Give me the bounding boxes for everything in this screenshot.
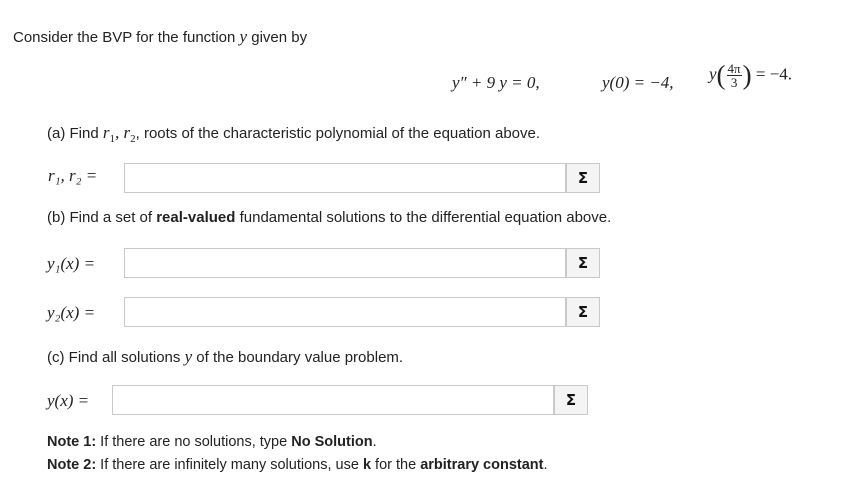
bc2-function: y <box>709 64 717 84</box>
part-a-prompt: (a) Find r1, r2, roots of the characteri… <box>47 123 541 145</box>
sub-2: 2 <box>130 133 136 145</box>
y2-input[interactable] <box>124 297 566 327</box>
note-1-text-b: . <box>372 434 377 450</box>
intro-text-after: given by <box>247 29 308 46</box>
y1-label: y₁(x) = <box>47 254 96 273</box>
note-2-bold-arbitrary-constant: arbitrary constant <box>420 457 544 473</box>
bc2-numerator: 4π <box>726 61 742 76</box>
sigma-icon: Σ <box>577 254 589 272</box>
y1-input[interactable] <box>124 248 566 278</box>
bc2-rhs: = −4. <box>755 64 793 84</box>
intro-text: Consider the BVP for the function y give… <box>13 27 307 47</box>
note-2-text-c: . <box>543 457 548 473</box>
y2-label: y₂(x) = <box>47 303 96 322</box>
note-2-label: Note 2: <box>47 457 97 473</box>
note-2: Note 2: If there are infinitely many sol… <box>47 457 548 473</box>
intro-text-before: Consider the BVP for the function <box>13 29 240 46</box>
note-1: Note 1: If there are no solutions, type … <box>47 434 377 450</box>
boundary-condition-1: y(0) = −4, <box>602 73 674 92</box>
note-2-bold-k: k <box>362 457 372 473</box>
boundary-condition-2: y(4π 3) = −4. <box>709 60 793 90</box>
part-a-vars: r1, r2 <box>102 123 136 145</box>
part-a-prompt-start: (a) Find <box>47 125 103 142</box>
sigma-icon: Σ <box>565 391 577 409</box>
sigma-icon: Σ <box>577 169 589 187</box>
note-1-text-a: If there are no solutions, type <box>96 434 292 450</box>
equation-editor-button-y1[interactable]: Σ <box>566 248 600 278</box>
sigma-icon: Σ <box>577 303 589 321</box>
part-b-prompt: (b) Find a set of real-valued fundamenta… <box>47 209 611 226</box>
left-paren: ( <box>716 60 726 90</box>
solution-input[interactable] <box>112 385 554 415</box>
note-1-bold: No Solution <box>291 434 373 450</box>
equation-editor-button-y2[interactable]: Σ <box>566 297 600 327</box>
part-b-prompt-end: fundamental solutions to the differentia… <box>235 209 612 226</box>
equation-editor-button-solution[interactable]: Σ <box>554 385 588 415</box>
part-c-var: y <box>184 347 193 366</box>
note-2-text-a: If there are infinitely many solutions, … <box>96 457 363 473</box>
note-1-label: Note 1: <box>47 434 97 450</box>
roots-input[interactable] <box>124 163 566 193</box>
note-2-text-b: for the <box>371 457 421 473</box>
part-c-prompt-end: of the boundary value problem. <box>192 349 404 366</box>
solution-label: y(x) = <box>47 391 90 410</box>
bc2-denominator: 3 <box>730 75 738 90</box>
part-c-prompt-start: (c) Find all solutions <box>47 349 185 366</box>
ode-equation: y″ + 9 y = 0, <box>452 73 540 92</box>
sub-1: 1 <box>109 133 115 145</box>
roots-label: r₁, r₂ = <box>48 166 98 185</box>
part-b-prompt-bold: real-valued <box>156 209 236 226</box>
bc2-fraction: 4π 3 <box>726 61 742 90</box>
right-paren: ) <box>742 60 752 90</box>
part-c-prompt: (c) Find all solutions y of the boundary… <box>47 347 403 367</box>
intro-var: y <box>239 27 248 46</box>
part-b-prompt-start: (b) Find a set of <box>47 209 157 226</box>
part-a-prompt-end: , roots of the characteristic polynomial… <box>135 125 541 142</box>
equation-editor-button-roots[interactable]: Σ <box>566 163 600 193</box>
